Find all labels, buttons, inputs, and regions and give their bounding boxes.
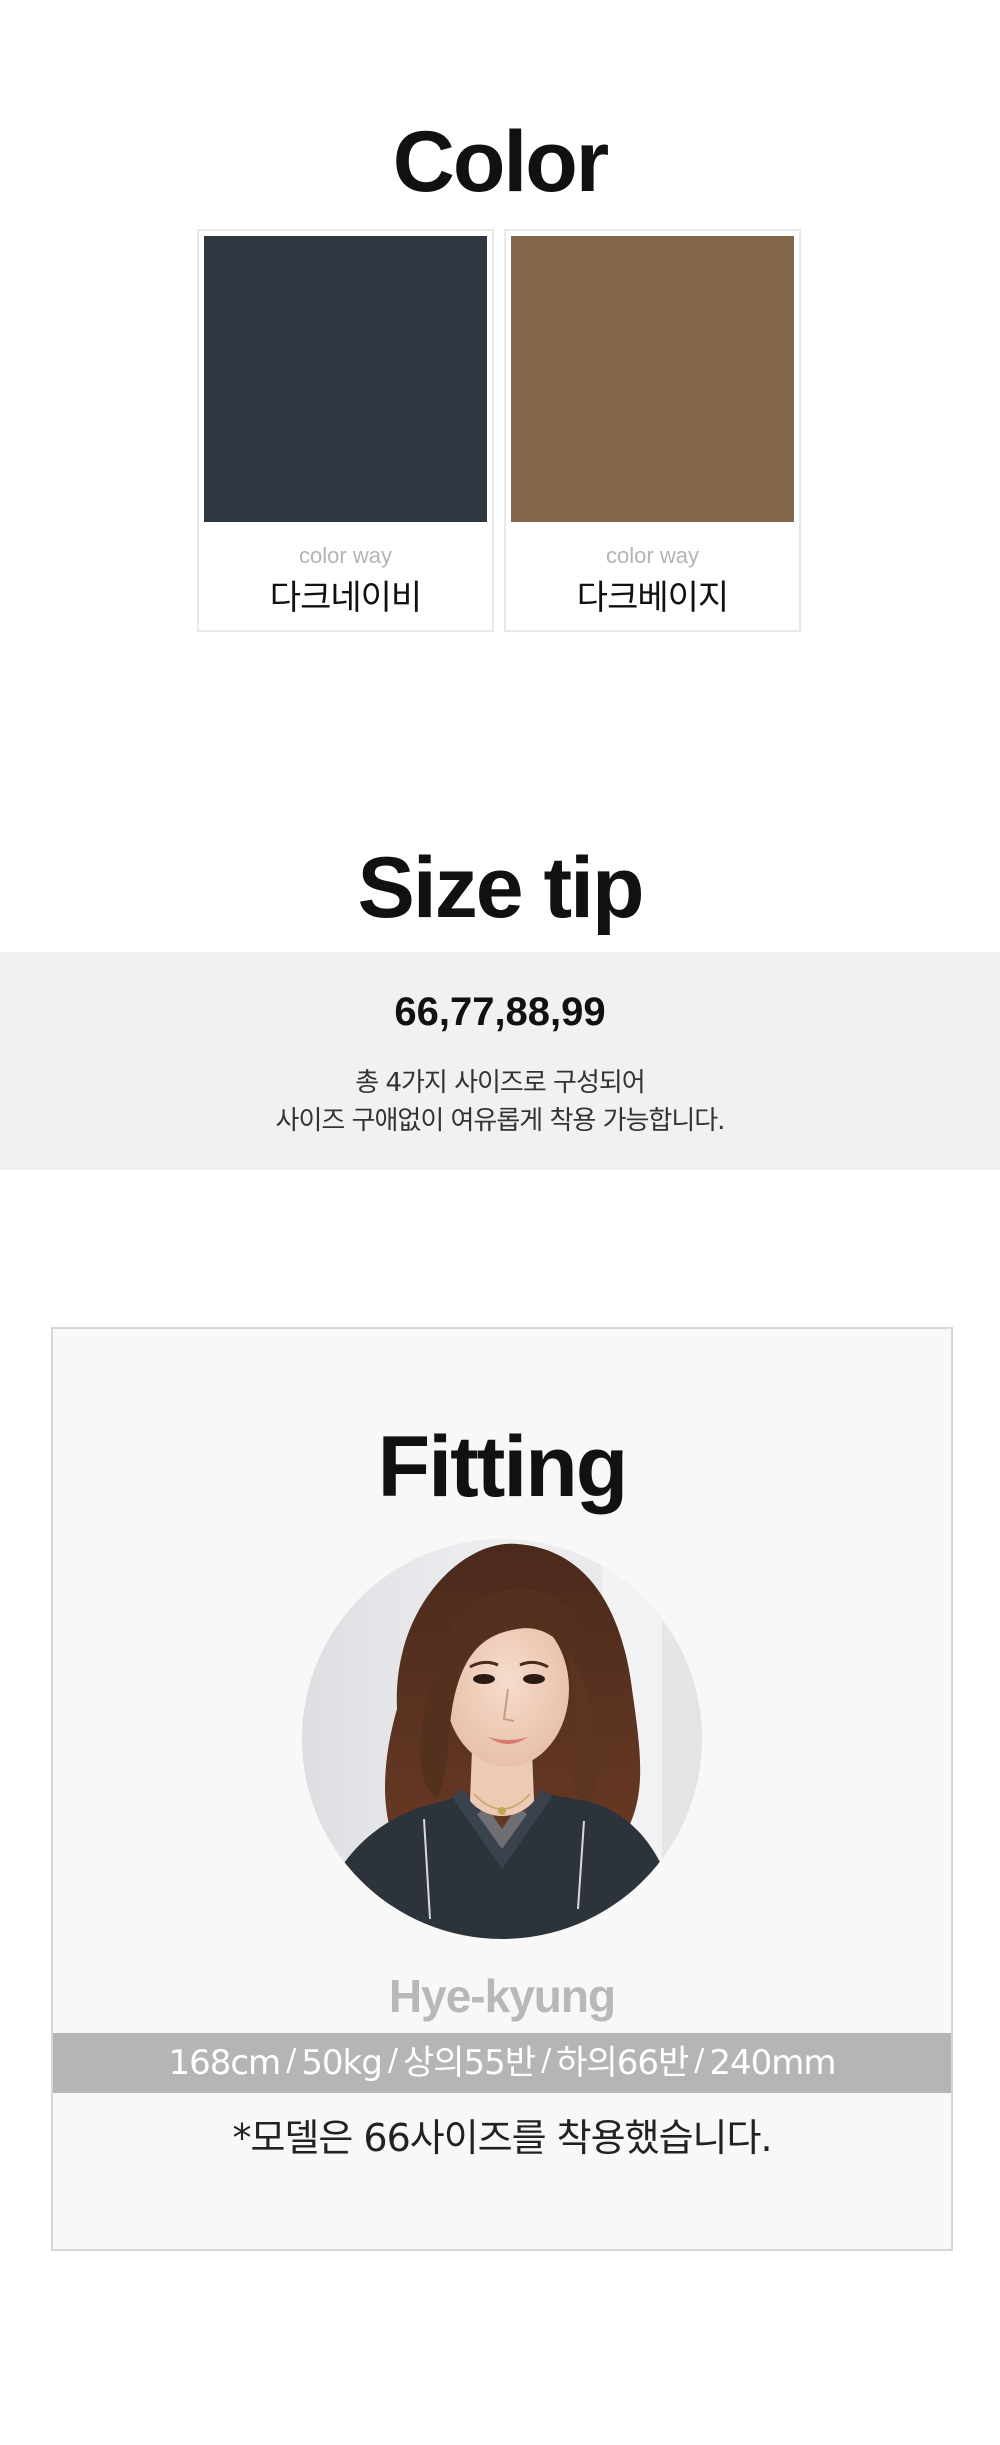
fitting-note: *모델은 66사이즈를 착용했습니다. bbox=[232, 2116, 772, 2160]
fitting-panel: Fitting Hye-kyung 168cm / 50kg / 상의55반 /… bbox=[51, 1327, 953, 2251]
swatch-color-name: 다크베이지 bbox=[576, 578, 729, 618]
size-description-line: 사이즈 구애없이 여유롭게 착용 가능합니다. bbox=[275, 1106, 726, 1136]
fitting-title: Fitting bbox=[377, 1419, 629, 1515]
spec-separator: / bbox=[286, 2043, 296, 2078]
color-swatch-dark-beige[interactable]: color way 다크베이지 bbox=[504, 229, 801, 632]
model-photo bbox=[302, 1539, 702, 1939]
spec-height: 168cm bbox=[168, 2043, 281, 2083]
swatch-color-block bbox=[511, 236, 794, 522]
swatch-color-name: 다크네이비 bbox=[269, 578, 422, 618]
model-spec-bar: 168cm/50kg / 상의55반 / 하의66반/240mm bbox=[53, 2033, 951, 2093]
spec-separator: / bbox=[387, 2043, 398, 2078]
size-description-line: 총 4가지 사이즈로 구성되어 bbox=[355, 1068, 645, 1098]
color-swatch-dark-navy[interactable]: color way 다크네이비 bbox=[197, 229, 494, 632]
swatch-sub-label: color way bbox=[606, 543, 699, 568]
size-list: 66,77,88,99 bbox=[394, 990, 606, 1034]
spec-top-size: 상의55반 bbox=[402, 2043, 536, 2083]
size-tip-band: 66,77,88,99 총 4가지 사이즈로 구성되어 사이즈 구애없이 여유롭… bbox=[0, 952, 1000, 1170]
swatch-sub-label: color way bbox=[299, 543, 392, 568]
spec-separator: / bbox=[694, 2043, 704, 2078]
spec-shoe-size: 240mm bbox=[709, 2043, 836, 2083]
swatch-color-block bbox=[204, 236, 487, 522]
spec-weight: 50kg bbox=[301, 2043, 383, 2083]
spec-bottom-size: 하의66반 bbox=[556, 2043, 689, 2083]
size-tip-title: Size tip bbox=[357, 840, 644, 936]
model-name: Hye-kyung bbox=[388, 1970, 616, 2022]
spec-separator: / bbox=[541, 2043, 551, 2078]
color-section-title: Color bbox=[392, 114, 610, 210]
